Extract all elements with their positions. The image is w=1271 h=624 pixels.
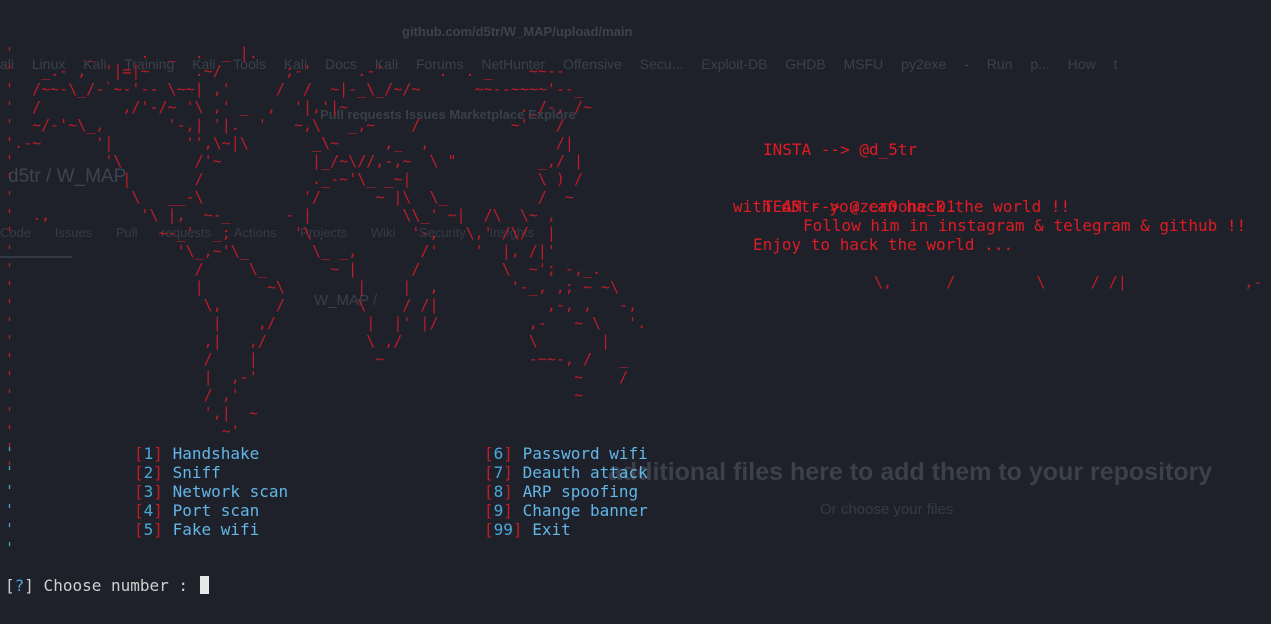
- menu-item-network-scan: [3] Network scan: [134, 482, 289, 501]
- left-margin-ticks: ' ' ' ' ' ': [5, 444, 15, 557]
- menu-item-deauth-attack: [7] Deauth attack: [484, 463, 648, 482]
- menu-item-label: Exit: [532, 520, 571, 539]
- menu-item-password-wifi: [6] Password wifi: [484, 444, 648, 463]
- menu-item-handshake: [1] Handshake: [134, 444, 260, 463]
- menu-item-exit: [99] Exit: [484, 520, 571, 539]
- menu-item-label: ARP spoofing: [522, 482, 639, 501]
- menu-item-number: 5: [143, 520, 154, 539]
- menu-item-label: Fake wifi: [172, 520, 260, 539]
- menu-item-number: 9: [493, 501, 504, 520]
- enjoy-line: Enjoy to hack the world ...: [753, 235, 1014, 254]
- prompt-bracket-open: [: [5, 576, 15, 595]
- insta-line: INSTA --> @d_5tr: [763, 140, 918, 159]
- menu-item-number: 99: [493, 520, 513, 539]
- menu-item-arp-spoofing: [8] ARP spoofing: [484, 482, 639, 501]
- menu-item-number: 8: [493, 482, 504, 501]
- choose-number-prompt[interactable]: [?] Choose number :: [5, 576, 209, 596]
- menu-item-label: Sniff: [172, 463, 221, 482]
- menu-item-label: Password wifi: [522, 444, 648, 463]
- ascii-world-map: ' _ . _ . _ |. ' _.- , '|=|~ .~/ ;-' .-'…: [5, 44, 647, 476]
- menu-item-label: Handshake: [172, 444, 260, 463]
- menu-item-port-scan: [4] Port scan: [134, 501, 260, 520]
- drop-zone-text-ghost: additional files here to add them to you…: [608, 458, 1213, 486]
- menu-item-number: 1: [143, 444, 154, 463]
- menu-item-fake-wifi: [5] Fake wifi: [134, 520, 260, 539]
- tagline: with d5tr you can hack the world !!: [733, 197, 1071, 216]
- prompt-text: Choose number :: [33, 576, 198, 595]
- menu-column-left: [1] Handshake [2] Sniff [3] Network scan…: [134, 444, 288, 539]
- prompt-bracket-close: ]: [24, 576, 34, 595]
- menu-item-label: Network scan: [172, 482, 289, 501]
- menu-item-label: Change banner: [522, 501, 648, 520]
- browser-url-ghost: github.com/d5tr/W_MAP/upload/main: [402, 24, 633, 39]
- ascii-map-tail: \, / \ / /| ,-: [874, 273, 1263, 291]
- menu-item-number: 6: [493, 444, 504, 463]
- prompt-question-mark: ?: [14, 576, 25, 595]
- menu-column-right: [6] Password wifi [7] Deauth attack [8] …: [484, 444, 648, 539]
- menu-item-label: Deauth attack: [522, 463, 648, 482]
- menu-item-change-banner: [9] Change banner: [484, 501, 648, 520]
- menu-item-number: 4: [143, 501, 154, 520]
- menu-item-number: 2: [143, 463, 154, 482]
- choose-files-ghost: Or choose your files: [820, 501, 954, 518]
- menu-item-number: 7: [493, 463, 504, 482]
- menu-item-number: 3: [143, 482, 154, 501]
- menu-item-label: Port scan: [172, 501, 260, 520]
- follow-line: Follow him in instagram & telegram & git…: [803, 216, 1247, 235]
- terminal-cursor[interactable]: [199, 576, 209, 594]
- menu-item-sniff: [2] Sniff: [134, 463, 221, 482]
